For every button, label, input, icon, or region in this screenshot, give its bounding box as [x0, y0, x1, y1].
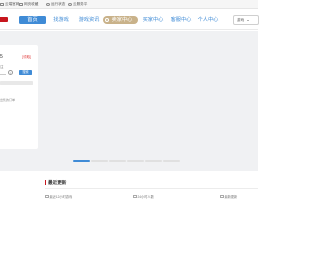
cloud-icon	[68, 3, 72, 6]
site-header: 首页 找游戏 游戏资讯 卖家中心 买家中心 客服中心 个人中心 游戏	[0, 10, 259, 30]
carousel-dot[interactable]	[145, 160, 162, 162]
recent-item[interactable]: 最新更新	[220, 194, 237, 199]
recent-item[interactable]: 24小时人数	[133, 194, 154, 199]
card-subtitle: 注	[0, 65, 4, 69]
bookmark-label: 云服务平	[73, 2, 88, 6]
account-select[interactable]: 游戏	[233, 15, 259, 25]
carousel-indicators	[73, 160, 180, 164]
document-icon	[0, 3, 4, 6]
nav-news[interactable]: 游戏资讯	[78, 16, 100, 24]
search-input[interactable]	[0, 71, 6, 75]
bookmark-item[interactable]: 云端官网	[0, 2, 19, 7]
recent-item-label: 24小时人数	[137, 195, 154, 199]
recent-item-label: 最新更新	[224, 195, 238, 199]
bookmark-item[interactable]: 运行状态	[46, 2, 65, 7]
broken-image-icon	[45, 194, 49, 199]
claim-link[interactable]: [领取]	[22, 55, 31, 60]
recent-item-label: 最近12小时游戏	[49, 195, 73, 199]
broken-image-icon	[133, 194, 137, 199]
search-button[interactable]: 搜索	[19, 70, 32, 75]
carousel-dot[interactable]	[127, 160, 144, 162]
bookmark-item[interactable]: 云服务平	[68, 2, 87, 7]
nav-find-game[interactable]: 找游戏	[52, 16, 70, 24]
site-logo[interactable]	[0, 17, 8, 22]
section-divider	[45, 188, 258, 189]
recent-updates-title: 最近更新	[45, 180, 66, 185]
nav-sell-center[interactable]: 卖家中心	[103, 16, 138, 24]
shield-icon	[46, 3, 50, 6]
nav-home[interactable]: 首页	[19, 16, 46, 24]
banner-carousel	[0, 31, 258, 171]
card-divider-bar	[0, 81, 33, 85]
recent-item[interactable]: 最近12小时游戏	[45, 194, 72, 199]
broken-image-icon	[220, 194, 224, 199]
nav-buy-center[interactable]: 买家中心	[141, 16, 165, 24]
carousel-dot[interactable]	[73, 160, 90, 162]
bookmark-label: 云端官网	[5, 2, 20, 6]
bookmark-item[interactable]: 网页收藏	[19, 2, 38, 7]
carousel-dot[interactable]	[109, 160, 126, 162]
nav-service-center[interactable]: 客服中心	[169, 16, 193, 24]
carousel-dot[interactable]	[91, 160, 108, 162]
chevron-down-icon	[247, 20, 249, 21]
account-select-label: 游戏	[237, 18, 245, 22]
folder-icon	[19, 3, 23, 6]
bookmarks-bar: 云端官网 网页收藏 运行状态 云服务平	[0, 0, 258, 9]
bookmark-label: 运行状态	[51, 2, 66, 6]
nav-sell-center-label: 卖家中心	[111, 17, 133, 23]
bookmark-label: 网页收藏	[24, 2, 39, 6]
card-order-text[interactable]: 出售的订单	[0, 98, 15, 102]
carousel-dot[interactable]	[163, 160, 180, 162]
diamond-icon	[105, 18, 109, 22]
clear-icon[interactable]: ×	[8, 70, 13, 75]
card-title: 5	[0, 54, 3, 60]
nav-personal-center[interactable]: 个人中心	[196, 16, 220, 24]
login-card: 5 [领取] 注 × 搜索 出售的订单	[0, 45, 38, 149]
